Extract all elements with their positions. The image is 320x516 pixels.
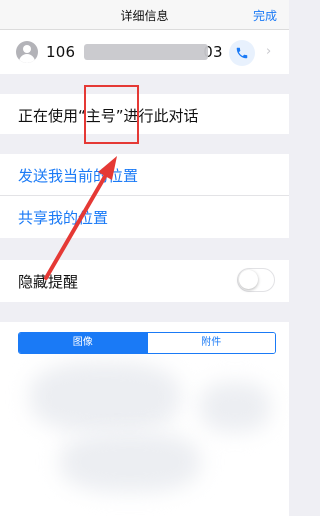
chevron-right-icon[interactable]: › (266, 44, 271, 59)
tab-images[interactable]: 图像 (19, 333, 147, 353)
section-gap (0, 238, 289, 260)
conversation-info-row: 正在使用“主号”进行此对话 (0, 94, 289, 134)
person-icon (16, 41, 38, 63)
blurred-content (30, 362, 180, 432)
call-button[interactable] (229, 40, 255, 66)
section-gap (0, 134, 289, 154)
hide-alerts-toggle[interactable] (237, 268, 275, 292)
section-gap (0, 74, 289, 94)
tab-attachments[interactable]: 附件 (146, 333, 275, 353)
phone-icon (236, 47, 248, 59)
blurred-content (200, 382, 270, 432)
send-location-row[interactable]: 发送我当前的位置 (0, 154, 289, 196)
send-location-link[interactable]: 发送我当前的位置 (18, 165, 138, 186)
share-location-link[interactable]: 共享我的位置 (18, 207, 108, 228)
share-location-row[interactable]: 共享我的位置 (0, 196, 289, 238)
media-segmented-control[interactable]: 图像 附件 (18, 332, 276, 354)
blurred-content (60, 432, 200, 492)
done-button[interactable]: 完成 (253, 7, 277, 24)
annotation-highlight-box (84, 85, 139, 144)
hide-alerts-label: 隐藏提醒 (18, 273, 79, 291)
toggle-knob (239, 270, 258, 289)
phone-number-prefix: 106 (46, 43, 76, 61)
number-redaction (84, 44, 208, 60)
page-title: 详细信息 (120, 9, 169, 23)
navigation-bar: 详细信息 完成 (0, 0, 289, 30)
section-gap (0, 302, 289, 322)
